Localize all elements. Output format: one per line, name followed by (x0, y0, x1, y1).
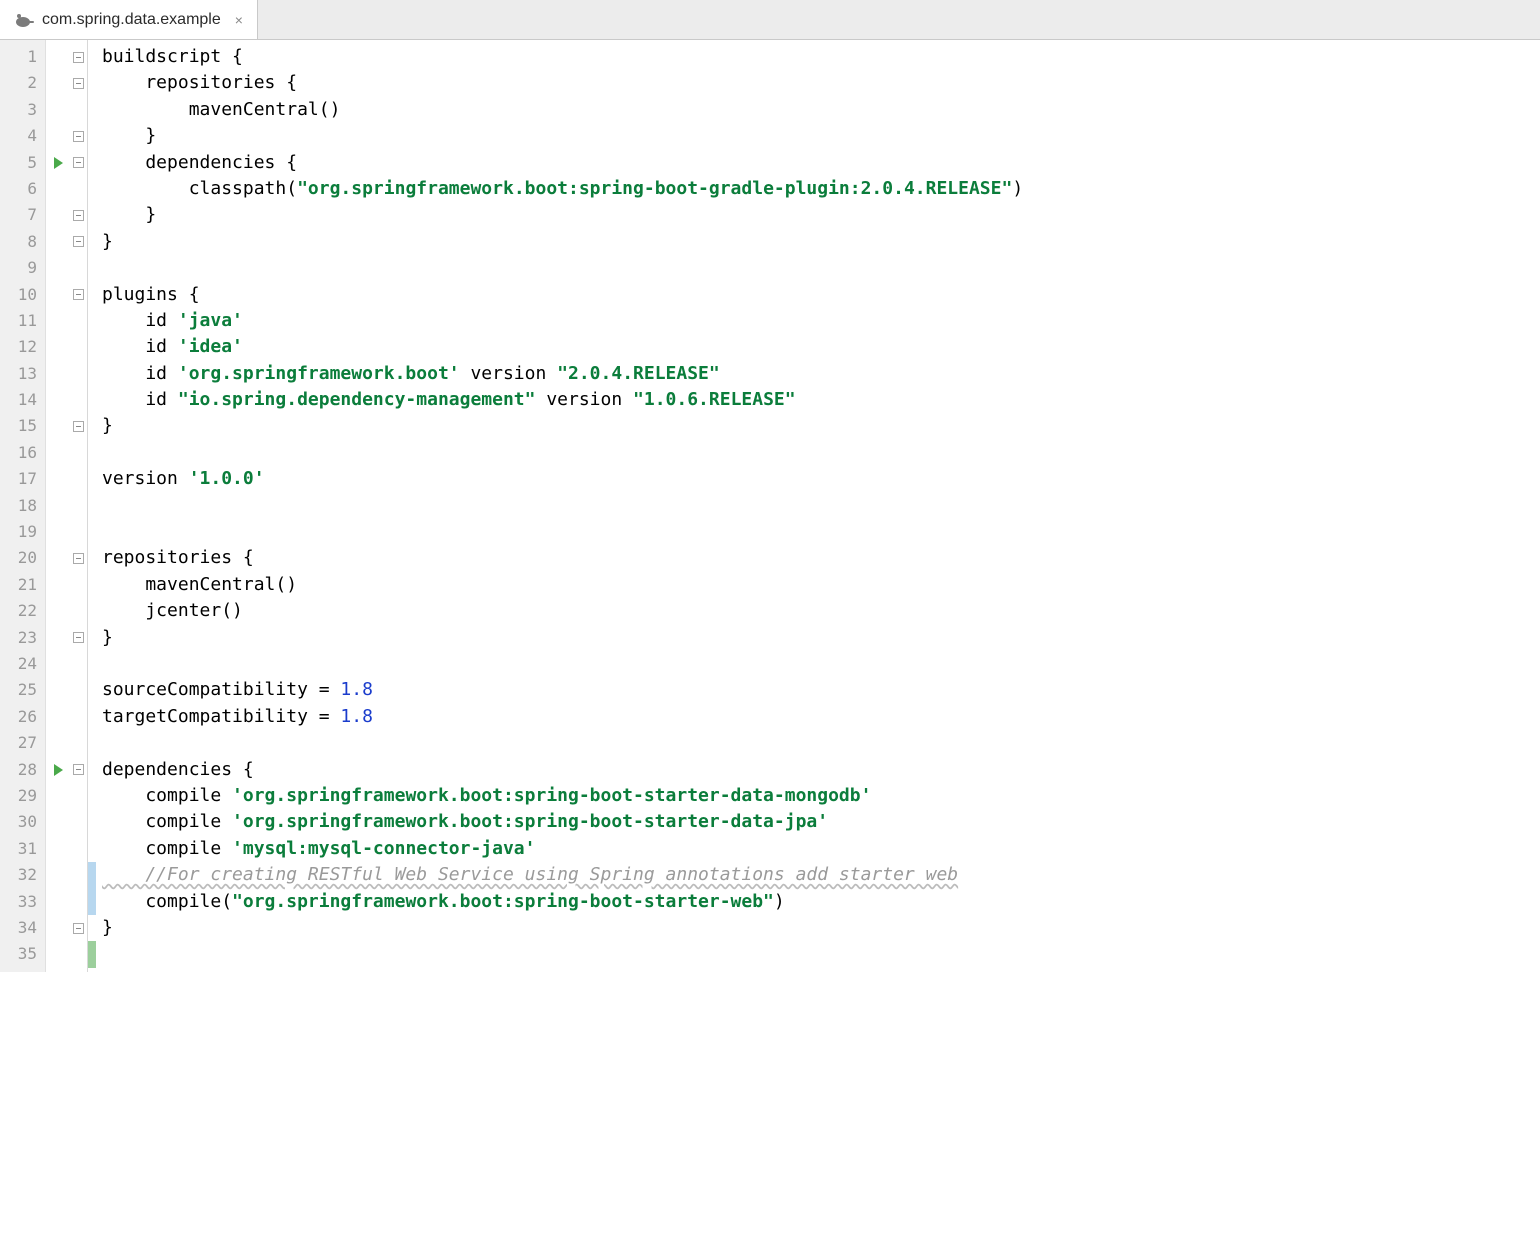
code-line (102, 493, 1540, 519)
code-line: mavenCentral() (102, 97, 1540, 123)
code-line: } (102, 229, 1540, 255)
line-number: 34 (4, 915, 37, 941)
run-icon[interactable] (54, 157, 63, 169)
line-number: 25 (4, 677, 37, 703)
fold-toggle-icon[interactable] (73, 764, 84, 775)
line-number: 3 (4, 97, 37, 123)
line-number: 20 (4, 545, 37, 571)
line-number: 9 (4, 255, 37, 281)
fold-toggle-icon[interactable] (73, 131, 84, 142)
line-number: 35 (4, 941, 37, 967)
line-number: 22 (4, 598, 37, 624)
fold-toggle-icon[interactable] (73, 52, 84, 63)
code-line: id 'java' (102, 308, 1540, 334)
run-marker-gutter (46, 40, 70, 972)
code-line: sourceCompatibility = 1.8 (102, 677, 1540, 703)
code-line (102, 941, 1540, 967)
fold-toggle-icon[interactable] (73, 632, 84, 643)
code-line: compile 'org.springframework.boot:spring… (102, 783, 1540, 809)
change-marker (88, 941, 96, 967)
line-number: 4 (4, 123, 37, 149)
code-line (102, 519, 1540, 545)
code-line: jcenter() (102, 598, 1540, 624)
change-marker-gutter (88, 40, 96, 972)
code-line: buildscript { (102, 44, 1540, 70)
fold-toggle-icon[interactable] (73, 157, 84, 168)
line-number: 26 (4, 704, 37, 730)
tab-bar: com.spring.data.example × (0, 0, 1540, 40)
line-number: 2 (4, 70, 37, 96)
code-line (102, 440, 1540, 466)
code-line: classpath("org.springframework.boot:spri… (102, 176, 1540, 202)
line-number: 10 (4, 282, 37, 308)
line-number: 29 (4, 783, 37, 809)
code-line: compile 'org.springframework.boot:spring… (102, 809, 1540, 835)
line-number: 19 (4, 519, 37, 545)
code-line: id "io.spring.dependency-management" ver… (102, 387, 1540, 413)
line-number: 5 (4, 150, 37, 176)
line-number: 7 (4, 202, 37, 228)
line-number: 23 (4, 625, 37, 651)
code-line: } (102, 625, 1540, 651)
line-number: 12 (4, 334, 37, 360)
line-number: 32 (4, 862, 37, 888)
code-area[interactable]: buildscript { repositories { mavenCentra… (96, 40, 1540, 972)
fold-toggle-icon[interactable] (73, 923, 84, 934)
line-number: 24 (4, 651, 37, 677)
line-number: 21 (4, 572, 37, 598)
code-line: } (102, 123, 1540, 149)
code-line: dependencies { (102, 150, 1540, 176)
line-number: 28 (4, 757, 37, 783)
run-icon[interactable] (54, 764, 63, 776)
gradle-file-icon (14, 12, 34, 28)
code-line: compile 'mysql:mysql-connector-java' (102, 836, 1540, 862)
fold-gutter (70, 40, 88, 972)
line-number: 13 (4, 361, 37, 387)
code-line: dependencies { (102, 757, 1540, 783)
fold-toggle-icon[interactable] (73, 210, 84, 221)
line-number: 17 (4, 466, 37, 492)
code-line: id 'idea' (102, 334, 1540, 360)
code-line: plugins { (102, 282, 1540, 308)
code-line: id 'org.springframework.boot' version "2… (102, 361, 1540, 387)
code-line: compile("org.springframework.boot:spring… (102, 889, 1540, 915)
code-line: repositories { (102, 545, 1540, 571)
code-line (102, 255, 1540, 281)
fold-toggle-icon[interactable] (73, 289, 84, 300)
code-line: } (102, 915, 1540, 941)
fold-toggle-icon[interactable] (73, 78, 84, 89)
line-number: 18 (4, 493, 37, 519)
line-number: 15 (4, 413, 37, 439)
line-number: 27 (4, 730, 37, 756)
code-line: version '1.0.0' (102, 466, 1540, 492)
line-number: 11 (4, 308, 37, 334)
editor-tab[interactable]: com.spring.data.example × (0, 0, 258, 39)
line-number: 30 (4, 809, 37, 835)
change-marker (88, 862, 96, 888)
line-number: 14 (4, 387, 37, 413)
fold-toggle-icon[interactable] (73, 421, 84, 432)
line-number: 33 (4, 889, 37, 915)
code-line: } (102, 202, 1540, 228)
change-marker (88, 889, 96, 915)
code-line: mavenCentral() (102, 572, 1540, 598)
code-line (102, 730, 1540, 756)
line-number: 1 (4, 44, 37, 70)
line-number: 16 (4, 440, 37, 466)
code-line (102, 651, 1540, 677)
fold-toggle-icon[interactable] (73, 236, 84, 247)
line-number: 8 (4, 229, 37, 255)
code-line: targetCompatibility = 1.8 (102, 704, 1540, 730)
editor-tab-title: com.spring.data.example (42, 11, 221, 29)
close-icon[interactable]: × (235, 12, 243, 28)
code-line: } (102, 413, 1540, 439)
line-number: 6 (4, 176, 37, 202)
code-line: //For creating RESTful Web Service using… (102, 862, 1540, 888)
code-editor[interactable]: 1234567891011121314151617181920212223242… (0, 40, 1540, 972)
fold-toggle-icon[interactable] (73, 553, 84, 564)
code-line: repositories { (102, 70, 1540, 96)
line-number-gutter: 1234567891011121314151617181920212223242… (0, 40, 46, 972)
line-number: 31 (4, 836, 37, 862)
